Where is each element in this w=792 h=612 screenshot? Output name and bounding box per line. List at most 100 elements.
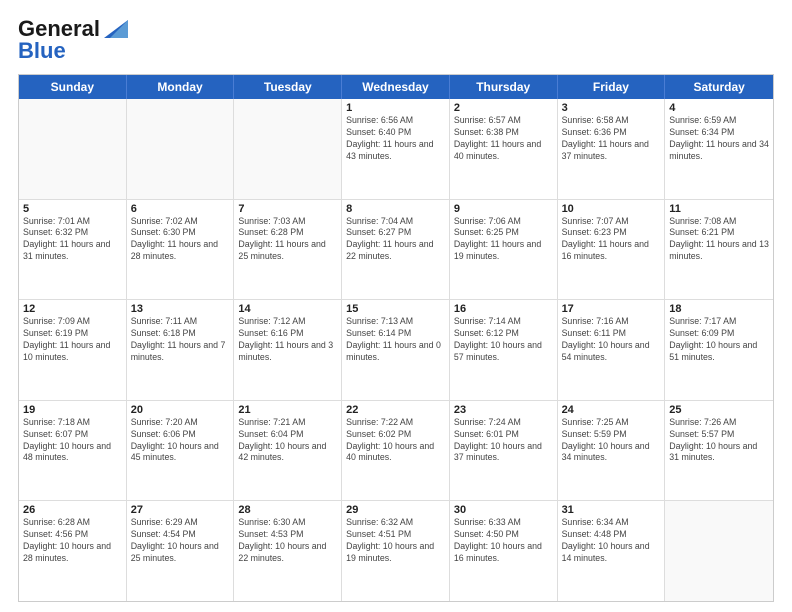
day-number: 26 [23, 504, 122, 516]
day-info: Sunrise: 7:22 AM Sunset: 6:02 PM Dayligh… [346, 417, 445, 465]
calendar-day-22: 22Sunrise: 7:22 AM Sunset: 6:02 PM Dayli… [342, 401, 450, 501]
day-number: 1 [346, 102, 445, 114]
calendar-day-19: 19Sunrise: 7:18 AM Sunset: 6:07 PM Dayli… [19, 401, 127, 501]
day-number: 7 [238, 203, 337, 215]
day-number: 11 [669, 203, 769, 215]
day-info: Sunrise: 7:21 AM Sunset: 6:04 PM Dayligh… [238, 417, 337, 465]
day-number: 27 [131, 504, 230, 516]
day-number: 22 [346, 404, 445, 416]
day-info: Sunrise: 7:24 AM Sunset: 6:01 PM Dayligh… [454, 417, 553, 465]
calendar-day-20: 20Sunrise: 7:20 AM Sunset: 6:06 PM Dayli… [127, 401, 235, 501]
day-info: Sunrise: 6:28 AM Sunset: 4:56 PM Dayligh… [23, 517, 122, 565]
day-number: 17 [562, 303, 661, 315]
day-number: 25 [669, 404, 769, 416]
calendar-week-1: 5Sunrise: 7:01 AM Sunset: 6:32 PM Daylig… [19, 200, 773, 301]
logo-icon [100, 18, 132, 40]
calendar-day-3: 3Sunrise: 6:58 AM Sunset: 6:36 PM Daylig… [558, 99, 666, 199]
calendar-day-21: 21Sunrise: 7:21 AM Sunset: 6:04 PM Dayli… [234, 401, 342, 501]
day-number: 21 [238, 404, 337, 416]
day-number: 8 [346, 203, 445, 215]
calendar-empty-cell [234, 99, 342, 199]
day-number: 19 [23, 404, 122, 416]
header: General Blue [18, 16, 774, 64]
day-info: Sunrise: 6:34 AM Sunset: 4:48 PM Dayligh… [562, 517, 661, 565]
calendar-day-24: 24Sunrise: 7:25 AM Sunset: 5:59 PM Dayli… [558, 401, 666, 501]
header-day-wednesday: Wednesday [342, 75, 450, 99]
day-number: 31 [562, 504, 661, 516]
day-info: Sunrise: 7:08 AM Sunset: 6:21 PM Dayligh… [669, 216, 769, 264]
calendar-day-25: 25Sunrise: 7:26 AM Sunset: 5:57 PM Dayli… [665, 401, 773, 501]
calendar-empty-cell [127, 99, 235, 199]
calendar-day-5: 5Sunrise: 7:01 AM Sunset: 6:32 PM Daylig… [19, 200, 127, 300]
calendar-day-16: 16Sunrise: 7:14 AM Sunset: 6:12 PM Dayli… [450, 300, 558, 400]
calendar-body: 1Sunrise: 6:56 AM Sunset: 6:40 PM Daylig… [19, 99, 773, 601]
day-info: Sunrise: 7:20 AM Sunset: 6:06 PM Dayligh… [131, 417, 230, 465]
day-number: 18 [669, 303, 769, 315]
day-number: 24 [562, 404, 661, 416]
day-number: 2 [454, 102, 553, 114]
day-info: Sunrise: 7:12 AM Sunset: 6:16 PM Dayligh… [238, 316, 337, 364]
day-info: Sunrise: 7:18 AM Sunset: 6:07 PM Dayligh… [23, 417, 122, 465]
day-number: 29 [346, 504, 445, 516]
calendar-day-26: 26Sunrise: 6:28 AM Sunset: 4:56 PM Dayli… [19, 501, 127, 601]
calendar-week-4: 26Sunrise: 6:28 AM Sunset: 4:56 PM Dayli… [19, 501, 773, 601]
day-number: 5 [23, 203, 122, 215]
calendar-week-0: 1Sunrise: 6:56 AM Sunset: 6:40 PM Daylig… [19, 99, 773, 200]
day-info: Sunrise: 7:16 AM Sunset: 6:11 PM Dayligh… [562, 316, 661, 364]
calendar-day-13: 13Sunrise: 7:11 AM Sunset: 6:18 PM Dayli… [127, 300, 235, 400]
calendar-day-8: 8Sunrise: 7:04 AM Sunset: 6:27 PM Daylig… [342, 200, 450, 300]
day-info: Sunrise: 7:04 AM Sunset: 6:27 PM Dayligh… [346, 216, 445, 264]
day-info: Sunrise: 7:11 AM Sunset: 6:18 PM Dayligh… [131, 316, 230, 364]
calendar-day-2: 2Sunrise: 6:57 AM Sunset: 6:38 PM Daylig… [450, 99, 558, 199]
calendar-day-27: 27Sunrise: 6:29 AM Sunset: 4:54 PM Dayli… [127, 501, 235, 601]
calendar-day-18: 18Sunrise: 7:17 AM Sunset: 6:09 PM Dayli… [665, 300, 773, 400]
day-info: Sunrise: 7:06 AM Sunset: 6:25 PM Dayligh… [454, 216, 553, 264]
calendar-day-6: 6Sunrise: 7:02 AM Sunset: 6:30 PM Daylig… [127, 200, 235, 300]
calendar-day-9: 9Sunrise: 7:06 AM Sunset: 6:25 PM Daylig… [450, 200, 558, 300]
calendar-day-30: 30Sunrise: 6:33 AM Sunset: 4:50 PM Dayli… [450, 501, 558, 601]
calendar-empty-cell [665, 501, 773, 601]
day-number: 4 [669, 102, 769, 114]
header-day-monday: Monday [127, 75, 235, 99]
calendar-day-15: 15Sunrise: 7:13 AM Sunset: 6:14 PM Dayli… [342, 300, 450, 400]
day-info: Sunrise: 7:07 AM Sunset: 6:23 PM Dayligh… [562, 216, 661, 264]
day-info: Sunrise: 7:25 AM Sunset: 5:59 PM Dayligh… [562, 417, 661, 465]
day-info: Sunrise: 6:57 AM Sunset: 6:38 PM Dayligh… [454, 115, 553, 163]
day-number: 30 [454, 504, 553, 516]
page: General Blue SundayMondayTuesdayWednesda… [0, 0, 792, 612]
day-number: 6 [131, 203, 230, 215]
day-info: Sunrise: 6:32 AM Sunset: 4:51 PM Dayligh… [346, 517, 445, 565]
calendar-day-1: 1Sunrise: 6:56 AM Sunset: 6:40 PM Daylig… [342, 99, 450, 199]
day-info: Sunrise: 6:59 AM Sunset: 6:34 PM Dayligh… [669, 115, 769, 163]
day-number: 16 [454, 303, 553, 315]
day-info: Sunrise: 6:56 AM Sunset: 6:40 PM Dayligh… [346, 115, 445, 163]
day-info: Sunrise: 7:01 AM Sunset: 6:32 PM Dayligh… [23, 216, 122, 264]
calendar: SundayMondayTuesdayWednesdayThursdayFrid… [18, 74, 774, 602]
calendar-week-2: 12Sunrise: 7:09 AM Sunset: 6:19 PM Dayli… [19, 300, 773, 401]
calendar-header: SundayMondayTuesdayWednesdayThursdayFrid… [19, 75, 773, 99]
header-day-tuesday: Tuesday [234, 75, 342, 99]
day-number: 23 [454, 404, 553, 416]
calendar-day-17: 17Sunrise: 7:16 AM Sunset: 6:11 PM Dayli… [558, 300, 666, 400]
day-number: 14 [238, 303, 337, 315]
day-number: 15 [346, 303, 445, 315]
logo-blue: Blue [18, 38, 66, 64]
calendar-day-12: 12Sunrise: 7:09 AM Sunset: 6:19 PM Dayli… [19, 300, 127, 400]
day-number: 13 [131, 303, 230, 315]
day-number: 20 [131, 404, 230, 416]
header-day-saturday: Saturday [665, 75, 773, 99]
day-info: Sunrise: 7:02 AM Sunset: 6:30 PM Dayligh… [131, 216, 230, 264]
day-info: Sunrise: 7:13 AM Sunset: 6:14 PM Dayligh… [346, 316, 445, 364]
day-number: 3 [562, 102, 661, 114]
day-number: 9 [454, 203, 553, 215]
calendar-day-23: 23Sunrise: 7:24 AM Sunset: 6:01 PM Dayli… [450, 401, 558, 501]
day-info: Sunrise: 7:26 AM Sunset: 5:57 PM Dayligh… [669, 417, 769, 465]
header-day-sunday: Sunday [19, 75, 127, 99]
calendar-day-4: 4Sunrise: 6:59 AM Sunset: 6:34 PM Daylig… [665, 99, 773, 199]
day-info: Sunrise: 7:03 AM Sunset: 6:28 PM Dayligh… [238, 216, 337, 264]
logo: General Blue [18, 16, 132, 64]
day-info: Sunrise: 7:14 AM Sunset: 6:12 PM Dayligh… [454, 316, 553, 364]
day-info: Sunrise: 6:29 AM Sunset: 4:54 PM Dayligh… [131, 517, 230, 565]
day-info: Sunrise: 6:33 AM Sunset: 4:50 PM Dayligh… [454, 517, 553, 565]
header-day-friday: Friday [558, 75, 666, 99]
